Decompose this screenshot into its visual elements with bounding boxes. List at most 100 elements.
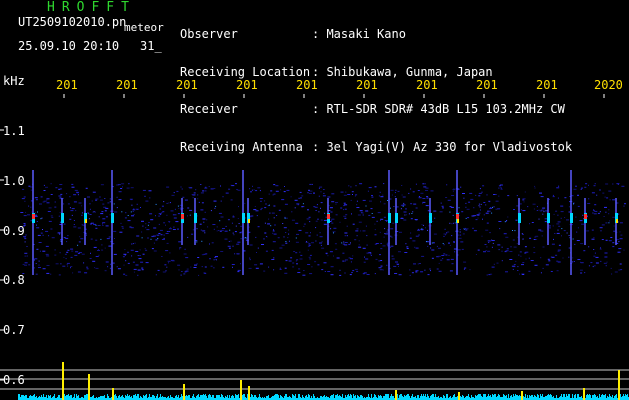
noise-speck (491, 240, 495, 241)
level-bar (134, 395, 135, 400)
noise-speck (178, 208, 180, 209)
noise-speck (101, 249, 104, 251)
noise-speck (429, 268, 431, 270)
y-tick-label: 0.8 (3, 273, 25, 287)
noise-speck (296, 259, 299, 261)
noise-speck (163, 201, 165, 203)
noise-speck (561, 235, 562, 237)
noise-speck (245, 237, 247, 239)
meteor-peak (248, 219, 250, 223)
noise-speck (323, 262, 327, 264)
noise-speck (141, 267, 144, 269)
noise-speck (431, 249, 435, 251)
noise-speck (540, 272, 542, 274)
noise-speck (573, 188, 577, 190)
noise-speck (431, 242, 433, 244)
location-value: : Shibukawa, Gunma, Japan (312, 64, 493, 79)
level-bar (187, 396, 188, 400)
noise-speck (485, 229, 489, 231)
noise-speck (271, 259, 275, 260)
noise-speck (469, 192, 473, 194)
noise-speck (118, 191, 122, 193)
noise-speck (386, 243, 388, 245)
noise-speck (485, 204, 487, 206)
noise-speck (436, 268, 439, 270)
level-bar (197, 395, 198, 400)
noise-speck (475, 219, 478, 221)
noise-speck (599, 248, 602, 250)
noise-speck (91, 200, 93, 202)
noise-speck (556, 232, 560, 234)
noise-speck (584, 272, 586, 274)
noise-speck (344, 242, 348, 243)
noise-speck (99, 199, 103, 201)
noise-speck (497, 208, 501, 210)
noise-speck (117, 184, 121, 186)
noise-speck (464, 228, 466, 230)
level-bar (243, 394, 244, 400)
level-bar (231, 396, 232, 400)
noise-speck (478, 205, 480, 207)
noise-speck (145, 200, 149, 202)
noise-speck (39, 203, 42, 205)
level-bar (545, 396, 546, 400)
level-bar (446, 394, 447, 400)
noise-speck (473, 230, 477, 232)
noise-speck (195, 189, 197, 191)
noise-speck (480, 209, 481, 211)
noise-speck (71, 208, 75, 210)
noise-speck (333, 227, 337, 229)
noise-speck (24, 262, 28, 264)
noise-speck (270, 225, 272, 227)
level-bar (92, 396, 93, 400)
noise-speck (470, 198, 474, 200)
noise-speck (200, 184, 202, 185)
noise-speck (286, 189, 290, 191)
noise-speck (124, 254, 126, 256)
level-bar (58, 395, 59, 400)
noise-speck (350, 186, 352, 188)
level-bar (412, 394, 413, 400)
level-bar (438, 396, 439, 400)
noise-speck (24, 252, 28, 254)
noise-speck (487, 210, 489, 212)
noise-speck (272, 232, 274, 234)
noise-speck (415, 183, 417, 185)
noise-speck (333, 232, 334, 234)
level-bar (53, 396, 54, 400)
level-bar (87, 394, 88, 400)
level-bar (490, 395, 491, 400)
level-bar (244, 394, 245, 400)
noise-speck (86, 266, 89, 268)
noise-speck (176, 190, 179, 192)
noise-speck (47, 211, 51, 212)
noise-speck (57, 232, 61, 234)
level-bar (399, 395, 400, 400)
noise-speck (257, 226, 260, 228)
noise-speck (145, 249, 148, 251)
noise-speck (340, 207, 343, 209)
level-bar (202, 395, 203, 400)
noise-speck (137, 274, 139, 276)
noise-speck (94, 211, 96, 213)
noise-speck (370, 208, 373, 210)
noise-speck (187, 236, 189, 238)
noise-speck (131, 215, 134, 217)
level-bar (280, 395, 281, 400)
noise-speck (386, 231, 389, 233)
noise-speck (603, 262, 607, 264)
noise-speck (98, 254, 100, 256)
meteor-peak (457, 219, 459, 223)
noise-speck (399, 231, 402, 233)
noise-speck (87, 196, 90, 198)
level-bar (227, 395, 228, 400)
noise-speck (147, 224, 149, 226)
noise-speck (105, 216, 108, 218)
noise-speck (161, 205, 164, 207)
noise-speck (237, 218, 239, 219)
noise-speck (619, 222, 623, 224)
noise-speck (545, 264, 549, 266)
noise-speck (188, 186, 190, 188)
noise-speck (40, 196, 43, 198)
level-bar (453, 395, 454, 400)
